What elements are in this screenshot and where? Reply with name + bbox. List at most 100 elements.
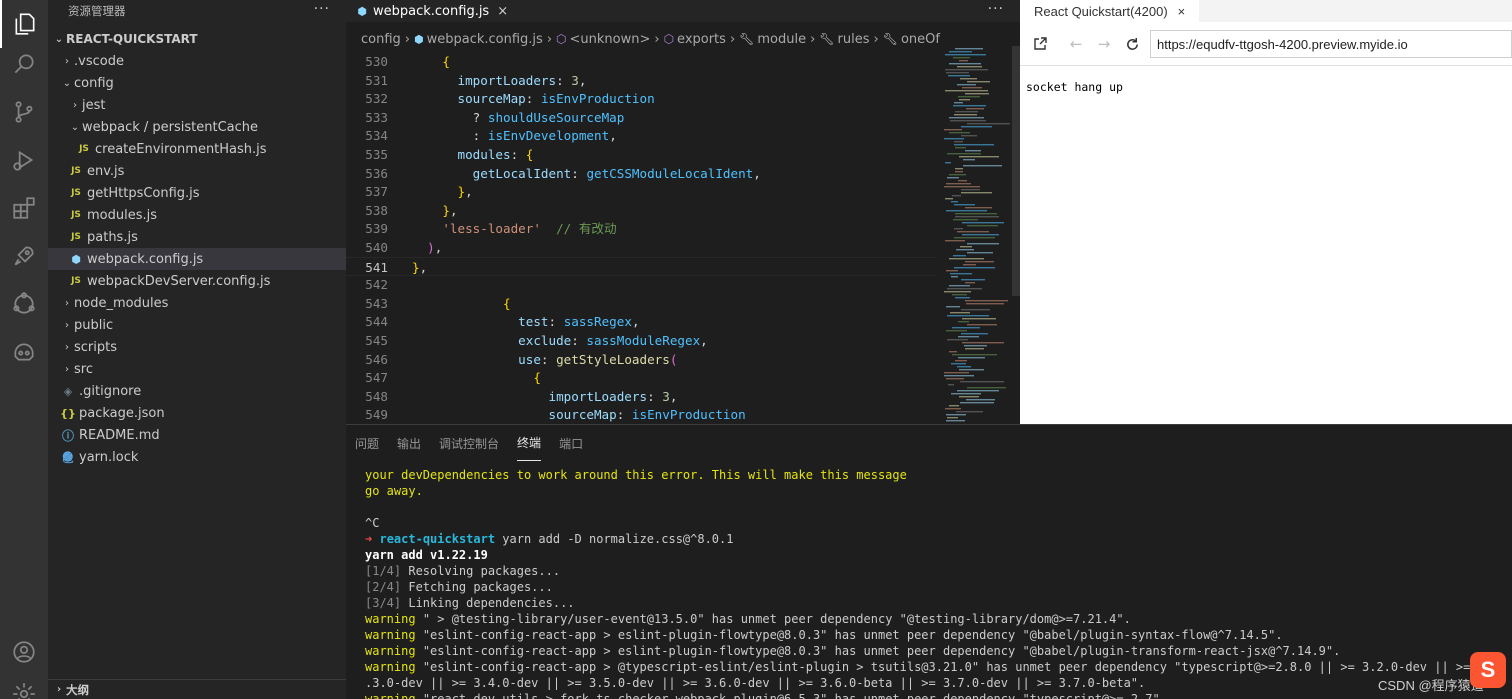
chevron-right-icon: ›: [65, 341, 69, 353]
open-external-icon[interactable]: [1030, 34, 1050, 54]
tree-item[interactable]: › src: [48, 358, 346, 380]
extensions-icon[interactable]: [0, 184, 48, 232]
minimap-line: [960, 246, 972, 248]
tree-item[interactable]: ◈ .gitignore: [48, 380, 346, 402]
tree-item-label: yarn.lock: [79, 449, 139, 465]
step-tag: [2/4]: [365, 580, 402, 594]
breadcrumb-item[interactable]: exports: [677, 32, 726, 47]
minimap-line: [959, 396, 979, 398]
code-line[interactable]: 535 modules: {: [346, 145, 936, 164]
minimap-line: [960, 78, 977, 80]
copilot-icon[interactable]: [0, 328, 48, 376]
code-text: ? shouldUseSourceMap: [472, 109, 625, 125]
tree-item[interactable]: JS getHttpsConfig.js: [48, 182, 346, 204]
tree-item[interactable]: JS modules.js: [48, 204, 346, 226]
tree-item[interactable]: ⌄ webpack / persistentCache: [48, 116, 346, 138]
editor-scrollbar[interactable]: [1012, 46, 1020, 296]
code-text: exclude: sassModuleRegex,: [518, 333, 708, 348]
rocket-icon[interactable]: [0, 232, 48, 280]
minimap-line: [965, 207, 992, 209]
close-icon[interactable]: ×: [1178, 4, 1186, 19]
tree-item[interactable]: › jest: [48, 94, 346, 116]
minimap-line: [946, 414, 966, 416]
back-arrow-icon[interactable]: ←: [1066, 34, 1086, 54]
tree-item[interactable]: › public: [48, 314, 346, 336]
explorer-more-button[interactable]: ···: [314, 1, 330, 17]
terminal-line: go away.: [365, 484, 423, 498]
tree-item[interactable]: ⌄ config: [48, 72, 346, 94]
tree-item[interactable]: {} package.json: [48, 402, 346, 424]
editor-more-button[interactable]: ···: [988, 1, 1004, 17]
code-text: use: getStyleLoaders(: [518, 351, 678, 367]
breadcrumb-item[interactable]: module: [757, 32, 806, 47]
code-line[interactable]: 548 importLoaders: 3,: [346, 387, 936, 406]
panel-tab[interactable]: 输出: [397, 425, 421, 461]
account-icon[interactable]: [0, 628, 48, 676]
url-input[interactable]: https://equdfv-ttgosh-4200.preview.myide…: [1150, 30, 1512, 58]
minimap-line: [959, 369, 984, 371]
forward-arrow-icon[interactable]: →: [1094, 34, 1114, 54]
code-line[interactable]: 540 ),: [346, 238, 936, 257]
tree-item[interactable]: JS createEnvironmentHash.js: [48, 138, 346, 160]
chevron-right-icon: ›: [65, 319, 69, 331]
outline-section[interactable]: › 大纲: [48, 679, 346, 699]
minimap-line: [949, 405, 959, 407]
code-line[interactable]: 539 'less-loader' // 有改动: [346, 219, 936, 238]
json-file-icon: {}: [60, 406, 76, 420]
breadcrumb-item[interactable]: config: [361, 32, 401, 47]
code-line[interactable]: 546 use: getStyleLoaders(: [346, 350, 936, 369]
minimap-line: [946, 72, 969, 74]
explorer-root-folder[interactable]: ⌄ REACT-QUICKSTART: [48, 28, 346, 50]
terminal-output[interactable]: your devDependencies to work around this…: [365, 467, 1505, 699]
code-line[interactable]: 537 },: [346, 182, 936, 201]
panel-tab[interactable]: 问题: [355, 425, 379, 461]
tree-item[interactable]: › scripts: [48, 336, 346, 358]
breadcrumb-item[interactable]: rules: [838, 32, 870, 47]
step-text: Linking dependencies...: [408, 596, 575, 610]
minimap-line: [954, 237, 995, 239]
code-line[interactable]: 531 importLoaders: 3,: [346, 71, 936, 90]
terminal-step-line: [2/4] Fetching packages...: [365, 579, 1505, 595]
editor-tab-webpack-config[interactable]: ⬢ webpack.config.js ×: [354, 0, 508, 22]
deploy-icon[interactable]: [0, 280, 48, 328]
tree-item[interactable]: › node_modules: [48, 292, 346, 314]
code-line[interactable]: 538 },: [346, 201, 936, 220]
reload-icon[interactable]: [1122, 34, 1142, 54]
tree-item[interactable]: JS env.js: [48, 160, 346, 182]
search-icon[interactable]: [0, 40, 48, 88]
tree-item[interactable]: ⓘ README.md: [48, 424, 346, 446]
tree-item[interactable]: JS paths.js: [48, 226, 346, 248]
tree-item[interactable]: 🧶︎ yarn.lock: [48, 446, 346, 468]
panel-tab[interactable]: 终端: [517, 425, 542, 461]
code-line[interactable]: 545 exclude: sassModuleRegex,: [346, 331, 936, 350]
source-control-icon[interactable]: [0, 88, 48, 136]
minimap-line: [966, 303, 1004, 305]
panel-tab[interactable]: 端口: [559, 425, 583, 461]
browser-tab[interactable]: React Quickstart(4200) ×: [1020, 0, 1200, 22]
code-area[interactable]: 530 {531 importLoaders: 3, 532 sourceMap:…: [346, 52, 936, 424]
code-line[interactable]: 543 {: [346, 294, 936, 313]
settings-gear-icon[interactable]: [0, 670, 48, 699]
code-line[interactable]: 541},: [346, 256, 936, 276]
minimap-line: [964, 345, 987, 347]
minimap[interactable]: [940, 46, 1020, 424]
code-line[interactable]: 542: [346, 275, 936, 294]
tree-item[interactable]: › .vscode: [48, 50, 346, 72]
minimap-line: [961, 126, 992, 128]
tree-item[interactable]: ⬢ webpack.config.js: [48, 248, 346, 270]
code-line[interactable]: 536 getLocalIdent: getCSSModuleLocalIden…: [346, 164, 936, 183]
code-line[interactable]: 547 {: [346, 368, 936, 387]
code-line[interactable]: 544 test: sassRegex,: [346, 312, 936, 331]
code-line[interactable]: 533 ? shouldUseSourceMap: [346, 108, 936, 127]
tree-item[interactable]: JS webpackDevServer.config.js: [48, 270, 346, 292]
breadcrumb-item[interactable]: oneOf: [901, 32, 940, 47]
code-line[interactable]: 534 : isEnvDevelopment,: [346, 126, 936, 145]
breadcrumb-item[interactable]: <unknown>: [570, 32, 651, 47]
breadcrumb-item[interactable]: webpack.config.js: [427, 32, 543, 47]
code-line[interactable]: 532 sourceMap: isEnvProduction: [346, 89, 936, 108]
panel-tab[interactable]: 调试控制台: [439, 425, 499, 461]
close-icon[interactable]: ×: [497, 4, 508, 19]
run-debug-icon[interactable]: [0, 136, 48, 184]
code-line[interactable]: 549 sourceMap: isEnvProduction: [346, 405, 936, 424]
code-line[interactable]: 530 {: [346, 52, 936, 71]
